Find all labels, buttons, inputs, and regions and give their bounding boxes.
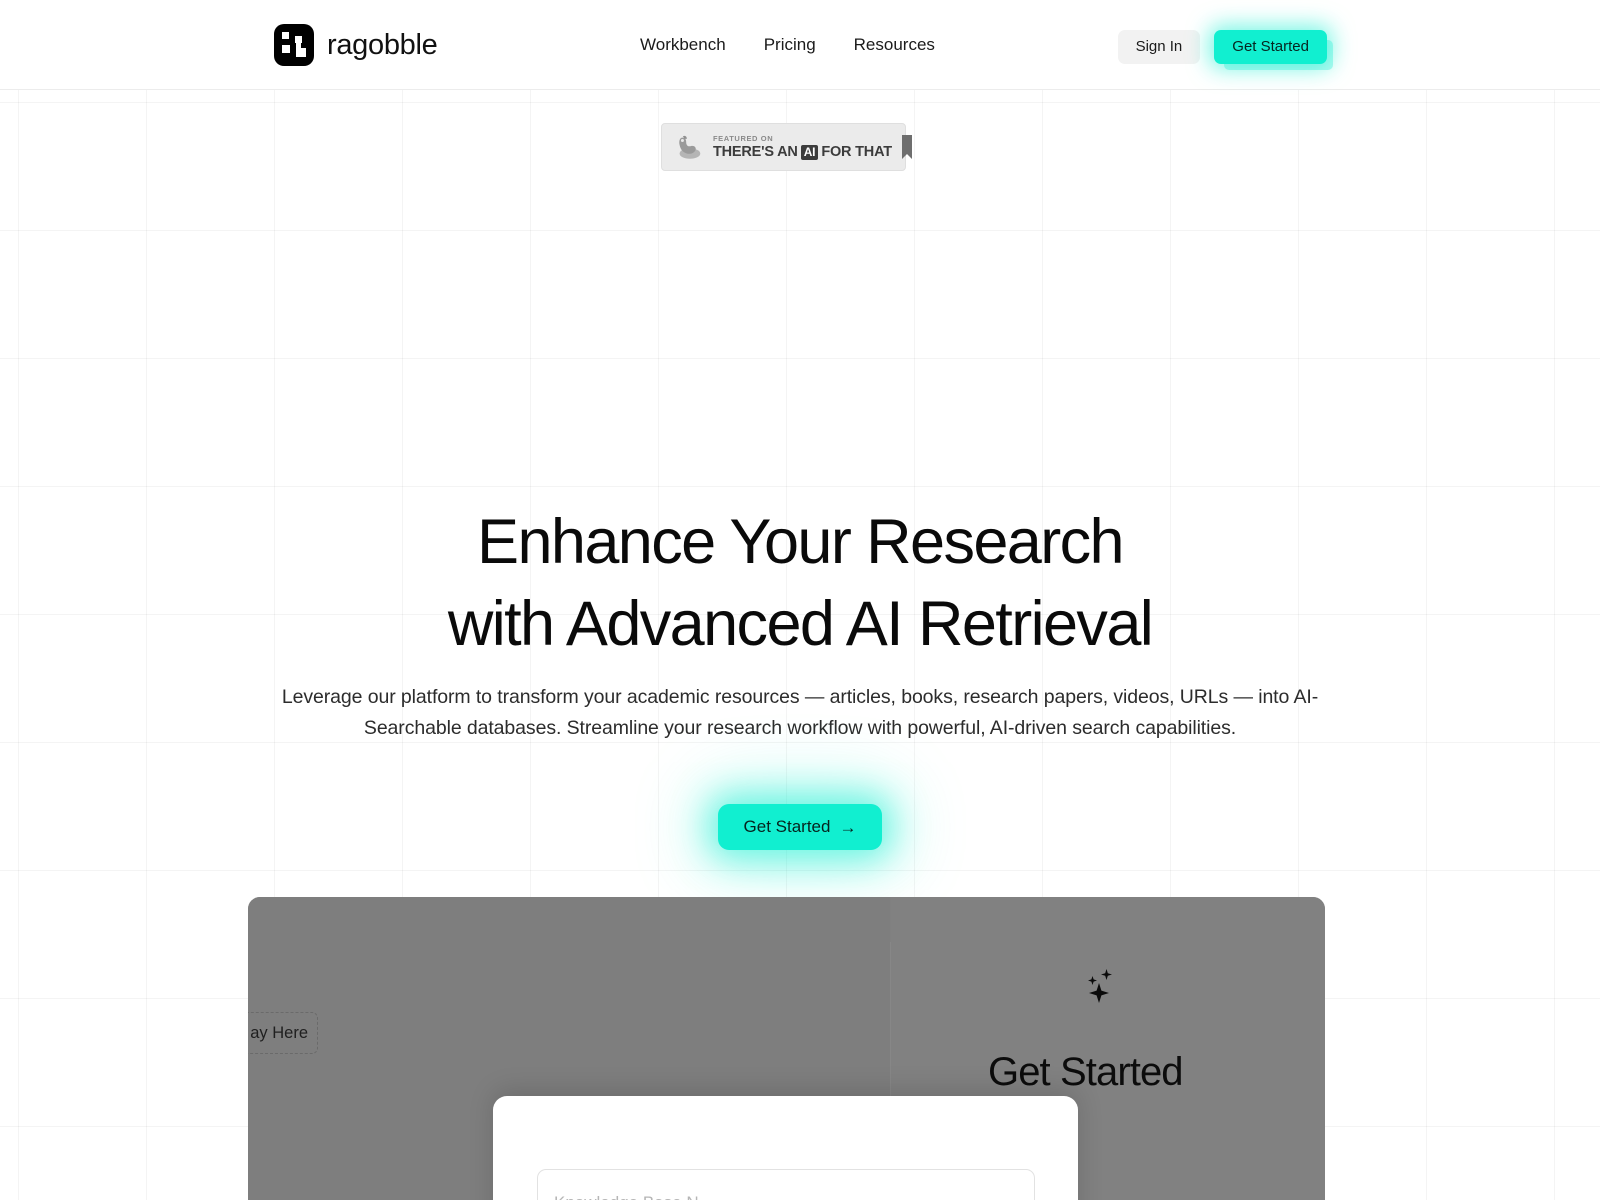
create-knowledge-base-card: Knowledge Base N [493, 1096, 1078, 1200]
bookmark-icon [901, 135, 912, 159]
top-navbar: ragobble Workbench Pricing Resources Sig… [0, 0, 1600, 90]
get-started-nav-button[interactable]: Get Started [1214, 30, 1327, 64]
hero-get-started-button[interactable]: Get Started → [717, 804, 883, 850]
badge-title-after: FOR THAT [821, 144, 892, 160]
featured-on-badge[interactable]: FEATURED ON THERE'S AN AI FOR THAT [661, 123, 912, 171]
file-dropzone-inner: ay Here [248, 1012, 318, 1054]
file-dropzone[interactable]: ay Here [248, 1012, 318, 1054]
hero-title-line-1: Enhance Your Research [477, 507, 1125, 577]
file-dropzone-label: ay Here [250, 1024, 308, 1042]
flexing-arm-icon [679, 135, 701, 159]
knowledge-base-name-placeholder: Knowledge Base N [554, 1192, 1018, 1200]
nav-actions: Sign In Get Started [1117, 30, 1327, 64]
sign-in-button[interactable]: Sign In [1117, 30, 1201, 64]
hero-cta-label: Get Started [743, 817, 831, 836]
hero-title-line-2: with Advanced AI Retrieval [447, 589, 1154, 659]
primary-nav: Workbench Pricing Resources [640, 33, 935, 57]
page-root: ragobble Workbench Pricing Resources Sig… [0, 0, 1600, 1200]
badge-text: FEATURED ON THERE'S AN AI FOR THAT [713, 134, 892, 160]
page-title: Enhance Your Research with Advanced AI R… [0, 501, 1600, 665]
brand-name: ragobble [327, 28, 438, 61]
knowledge-base-name-input[interactable]: Knowledge Base N [537, 1169, 1035, 1200]
badge-title-before: THERE'S AN [713, 144, 798, 160]
nav-link-workbench[interactable]: Workbench [640, 33, 726, 57]
badge-ai-chip: AI [800, 144, 819, 160]
pixel-blocks-logo-icon [274, 24, 314, 66]
nav-link-pricing[interactable]: Pricing [764, 33, 816, 57]
badge-title: THERE'S AN AI FOR THAT [713, 144, 892, 160]
hero-cta-wrapper: Get Started → [0, 804, 1600, 850]
preview-heading: Get Started [988, 1050, 1184, 1094]
arrow-right-icon: → [839, 817, 857, 837]
sparkles-icon [1088, 969, 1112, 1003]
badge-kicker: FEATURED ON [713, 134, 774, 144]
brand-logo-link[interactable]: ragobble [274, 24, 438, 66]
hero-subtitle: Leverage our platform to transform your … [281, 686, 1319, 739]
nav-link-resources[interactable]: Resources [854, 33, 935, 57]
